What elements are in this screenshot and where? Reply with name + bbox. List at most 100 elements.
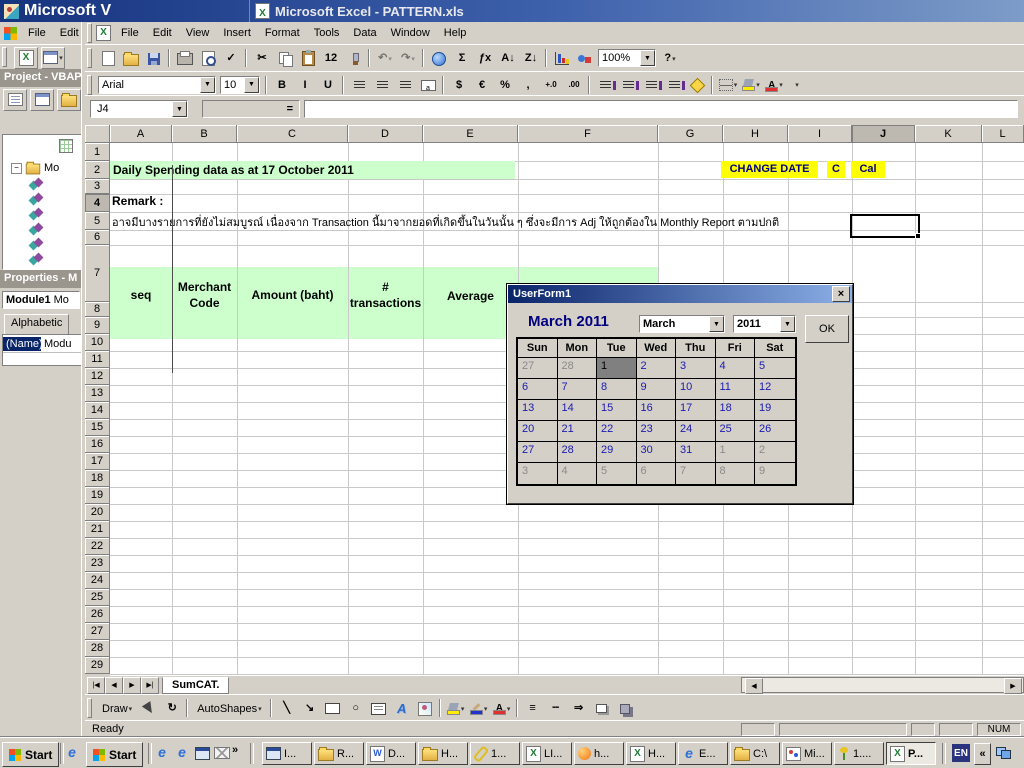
day-cell[interactable]: 15 — [597, 400, 637, 421]
row-header-13[interactable]: 13 — [85, 385, 110, 402]
arrow-button[interactable]: ↘ — [299, 699, 321, 719]
increase-decimal-button[interactable]: +.0 — [540, 75, 562, 95]
euro-button[interactable]: € — [471, 75, 493, 95]
menu-file[interactable]: File — [114, 23, 146, 43]
decrease-decimal-button[interactable]: .00 — [563, 75, 585, 95]
menu-format[interactable]: Format — [258, 23, 307, 43]
header-merchant-code[interactable]: Merchant Code — [172, 267, 237, 324]
menubar-grip[interactable] — [87, 23, 92, 43]
column-header-b[interactable]: B — [172, 125, 237, 143]
day-cell[interactable]: 31 — [676, 442, 716, 463]
day-cell[interactable]: 3 — [518, 463, 558, 484]
userform-title-bar[interactable]: UserForm1 × — [508, 285, 852, 303]
new-button[interactable] — [97, 49, 119, 69]
comma-button[interactable]: , — [517, 75, 539, 95]
property-name-key[interactable]: (Name) — [3, 337, 41, 351]
day-cell[interactable]: 27 — [518, 442, 558, 463]
align-center-button[interactable] — [371, 75, 393, 95]
tree-module-node[interactable] — [29, 179, 44, 191]
day-cell[interactable]: 24 — [676, 421, 716, 442]
paste-button[interactable] — [297, 49, 319, 69]
day-cell[interactable]: 9 — [755, 463, 795, 484]
column-header-e[interactable]: E — [423, 125, 518, 143]
combo-zoom-level[interactable]: 100%▼ — [598, 49, 656, 67]
insert-hyperlink-button[interactable] — [428, 49, 450, 69]
menu-insert[interactable]: Insert — [216, 23, 258, 43]
menu-window[interactable]: Window — [384, 23, 437, 43]
font-color-button[interactable]: ▾ — [491, 699, 513, 719]
row-header-1[interactable]: 1 — [85, 143, 110, 161]
task-button[interactable]: R... — [314, 742, 364, 765]
task-button[interactable]: P... — [886, 742, 936, 765]
free-rotate-button[interactable]: ↻ — [161, 699, 183, 719]
select-all-corner[interactable] — [85, 125, 110, 143]
workbook-node-icon[interactable] — [59, 139, 73, 153]
row-header-2[interactable]: 2 — [85, 161, 110, 179]
tree-module-node[interactable] — [29, 224, 44, 236]
close-icon[interactable]: × — [832, 286, 850, 302]
row-header-22[interactable]: 22 — [85, 538, 110, 555]
font-color-button[interactable]: ▾ — [763, 75, 785, 95]
column-header-l[interactable]: L — [982, 125, 1024, 143]
cell-remark[interactable]: Remark : — [112, 194, 163, 208]
quick-launch-ie-icon[interactable] — [174, 745, 190, 761]
tree-module-node[interactable] — [29, 194, 44, 206]
task-button[interactable]: 1... — [470, 742, 520, 765]
day-cell[interactable]: 22 — [597, 421, 637, 442]
year-dropdown[interactable]: 2011 ▼ — [733, 315, 796, 333]
property-name-value[interactable]: Modu — [41, 337, 75, 351]
chevron-down-icon[interactable]: ▼ — [244, 77, 259, 93]
tree-module-node[interactable] — [29, 239, 44, 251]
copy-button[interactable] — [274, 49, 296, 69]
task-button[interactable]: I... — [262, 742, 312, 765]
row-header-15[interactable]: 15 — [85, 419, 110, 436]
row-header-25[interactable]: 25 — [85, 589, 110, 606]
format-painter-button[interactable] — [343, 49, 365, 69]
toolbar-grip[interactable] — [2, 47, 7, 67]
row-header-27[interactable]: 27 — [85, 623, 110, 640]
userform-dialog[interactable]: UserForm1 × March 2011 March ▼ 2011 ▼ OK… — [507, 284, 853, 504]
fill-color-button[interactable]: ▾ — [445, 699, 467, 719]
italic-button[interactable]: I — [294, 75, 316, 95]
rectangle-button[interactable] — [322, 699, 344, 719]
combo-font-name[interactable]: Arial▼ — [98, 76, 216, 94]
row-header-20[interactable]: 20 — [85, 504, 110, 521]
view-code-button[interactable] — [3, 89, 27, 111]
combo-font-size[interactable]: 10▼ — [220, 76, 260, 94]
insert-userform-button[interactable]: ▾ — [41, 47, 65, 69]
row-header-14[interactable]: 14 — [85, 402, 110, 419]
select-objects-button[interactable] — [138, 699, 160, 719]
day-cell[interactable]: 13 — [518, 400, 558, 421]
task-button[interactable]: D... — [366, 742, 416, 765]
day-cell[interactable]: 16 — [637, 400, 677, 421]
row-header-21[interactable]: 21 — [85, 521, 110, 538]
modules-folder-node[interactable]: − Mo — [11, 161, 59, 175]
day-cell[interactable]: 26 — [755, 421, 795, 442]
sort-descending-button[interactable]: Z↓ — [520, 49, 542, 69]
view-object-button[interactable] — [30, 89, 54, 111]
task-button[interactable]: C:\ — [730, 742, 780, 765]
toolbar-grip[interactable] — [87, 698, 92, 718]
header-seq[interactable]: seq — [110, 267, 172, 324]
day-cell[interactable]: 2 — [637, 358, 677, 379]
row-header-10[interactable]: 10 — [85, 334, 110, 351]
cell-banner[interactable]: Daily Spending data as at 17 October 201… — [110, 161, 515, 179]
day-cell[interactable]: 11 — [716, 379, 756, 400]
align-right-button[interactable] — [394, 75, 416, 95]
tree-module-node[interactable] — [29, 254, 44, 266]
day-cell[interactable]: 5 — [597, 463, 637, 484]
day-cell[interactable]: 8 — [716, 463, 756, 484]
cell-change-date[interactable]: CHANGE DATE — [721, 161, 818, 178]
day-cell[interactable]: 4 — [558, 463, 598, 484]
prev-sheet-icon[interactable]: ◀ — [105, 677, 123, 694]
line-style-button[interactable]: ≡ — [522, 699, 544, 719]
day-cell[interactable]: 3 — [676, 358, 716, 379]
3d-button[interactable] — [614, 699, 636, 719]
day-cell[interactable]: 8 — [597, 379, 637, 400]
day-cell[interactable]: 18 — [716, 400, 756, 421]
tree-collapse-icon[interactable]: − — [11, 163, 22, 174]
paste-function-button[interactable]: ƒx — [474, 49, 496, 69]
borders-button[interactable]: ▾ — [717, 75, 739, 95]
column-header-a[interactable]: A — [110, 125, 172, 143]
day-cell[interactable]: 19 — [755, 400, 795, 421]
